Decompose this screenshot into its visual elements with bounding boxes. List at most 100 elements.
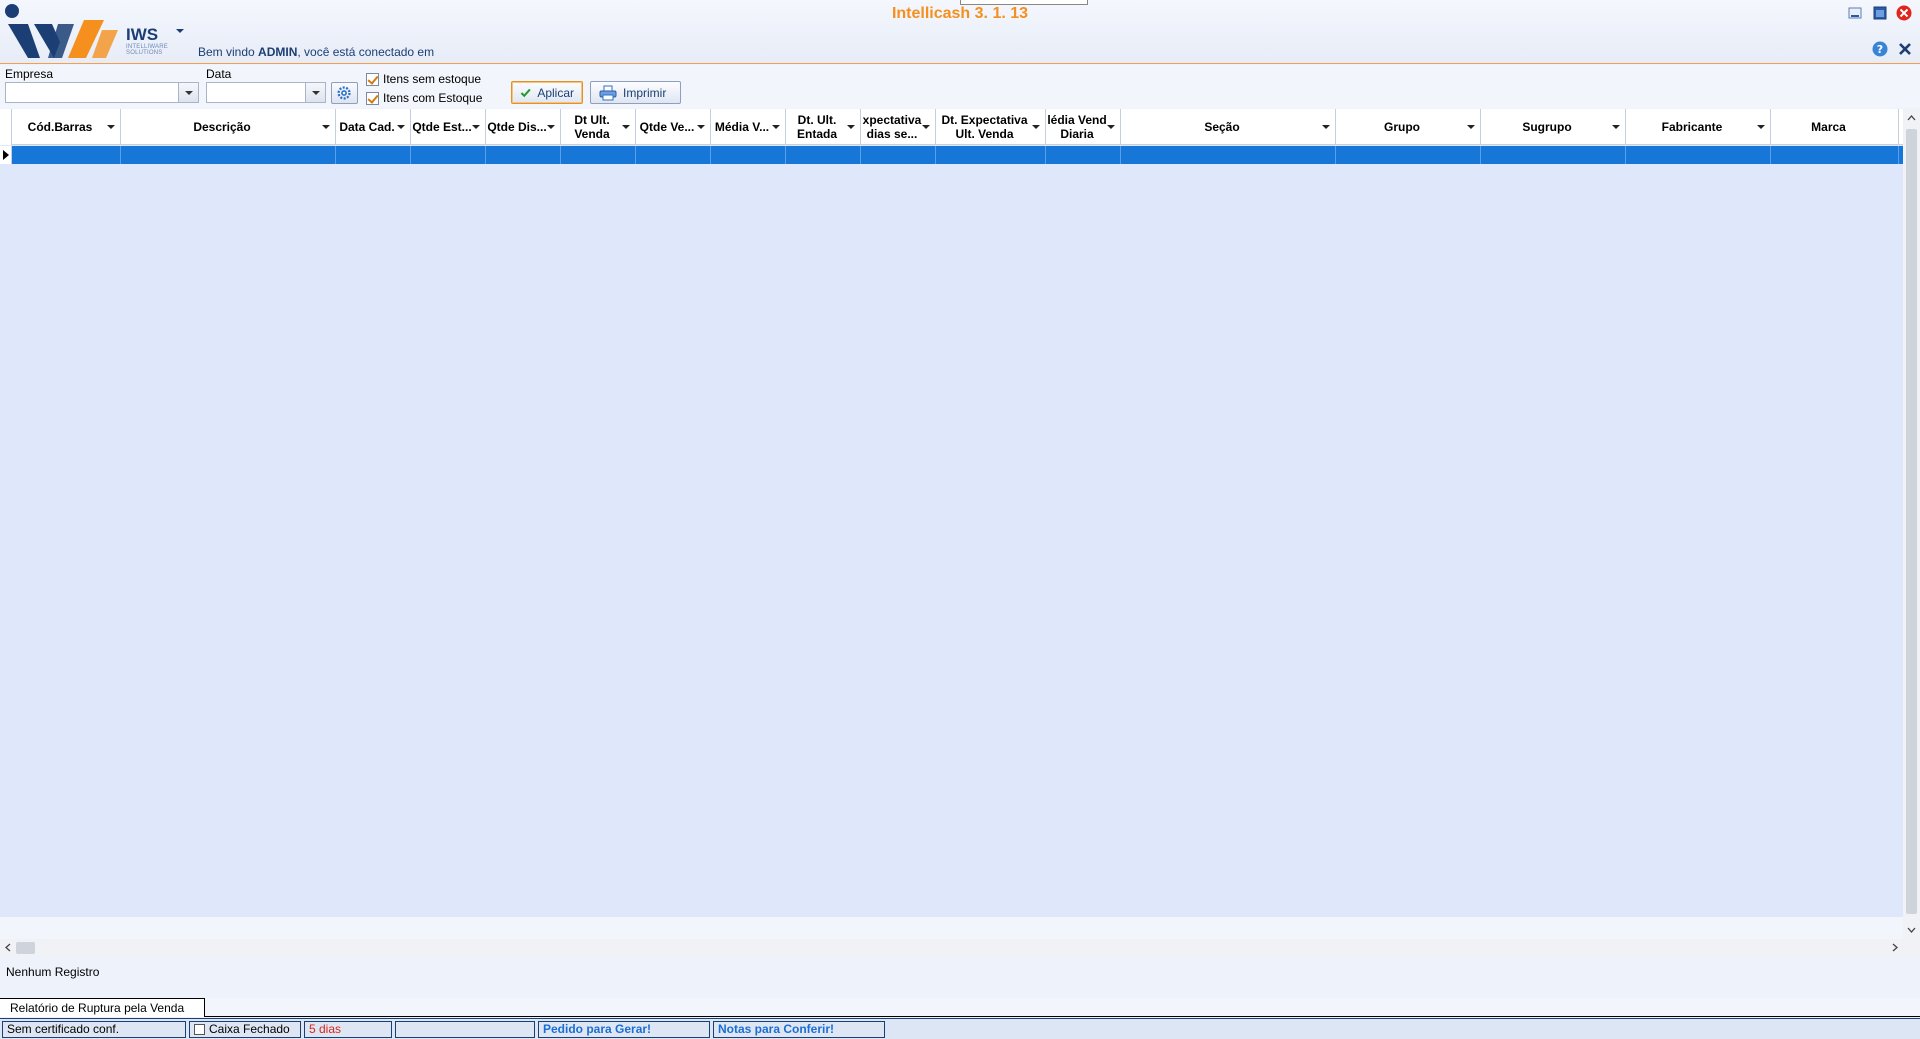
column-header-label: Qtde Ve... [639,120,695,134]
selected-row-cell-separator [120,146,121,164]
itens-com-estoque-label: Itens com Estoque [383,91,483,105]
column-header-secao[interactable]: Seção [1121,109,1336,145]
status-bar: Sem certificado conf. Caixa Fechado 5 di… [0,1018,1920,1039]
sort-dropdown-icon[interactable] [1467,125,1475,129]
grid-header: Cód.Barras Descrição Data Cad. Qtde Est... Q… [0,109,1903,145]
notas-para-conferir-link[interactable]: Notas para Conferir! [713,1021,885,1038]
sort-dropdown-icon[interactable] [472,125,480,129]
empresa-dropdown-icon[interactable] [178,83,198,102]
sort-dropdown-icon[interactable] [1612,125,1620,129]
aplicar-button[interactable]: Aplicar [511,81,583,104]
column-header-sugrupo[interactable]: Sugrupo [1481,109,1626,145]
column-header-label: Qtde Dis... [487,120,547,134]
column-header-cod_barras[interactable]: Cód.Barras [12,109,121,145]
sort-dropdown-icon[interactable] [847,125,855,129]
vertical-scroll-thumb[interactable] [1906,129,1917,914]
caixa-checkbox-icon [194,1024,205,1035]
column-header-descricao[interactable]: Descrição [121,109,336,145]
column-header-label: lédia Vend Diaria [1047,113,1107,141]
sort-dropdown-icon[interactable] [1107,125,1115,129]
imprimir-button[interactable]: Imprimir [590,81,681,104]
selected-row[interactable] [0,146,1903,164]
status-caixa: Caixa Fechado [189,1021,301,1038]
column-header-marca[interactable]: Marca [1771,109,1899,145]
column-header-label: Qtde Est... [412,120,472,134]
minimize-icon[interactable] [1846,4,1864,22]
welcome-prefix: Bem vindo [198,45,259,59]
status-empty [395,1021,535,1038]
column-header-label: Sugrupo [1522,120,1572,134]
data-dropdown-icon[interactable] [305,83,325,102]
sort-dropdown-icon[interactable] [1757,125,1765,129]
sort-dropdown-icon[interactable] [107,125,115,129]
column-header-label: Data Cad. [339,120,395,134]
brand-menu-chevron-down-icon[interactable] [175,26,185,36]
column-header-data_cad[interactable]: Data Cad. [336,109,411,145]
settings-button[interactable] [331,82,358,104]
brand: IWS INTELLIWARE SOLUTIONS [126,26,172,57]
itens-com-estoque-checkbox[interactable]: Itens com Estoque [366,91,482,105]
record-count: Nenhum Registro [6,965,100,979]
scroll-right-icon[interactable] [1890,943,1899,952]
sort-dropdown-icon[interactable] [622,125,630,129]
sort-dropdown-icon[interactable] [397,125,405,129]
tab-strip-divider [0,1016,1920,1017]
column-header-label: Cód.Barras [27,120,93,134]
horizontal-scrollbar[interactable] [0,939,1920,957]
selected-row-cell-separator [635,146,636,164]
scroll-down-icon[interactable] [1907,925,1916,934]
tab-relatorio-ruptura[interactable]: Relatório de Ruptura pela Venda [0,998,206,1017]
tab-strip [0,998,1920,1017]
column-header-label: xpectativa dias se... [862,113,922,141]
selected-row-cell-separator [410,146,411,164]
data-grid[interactable]: Cód.Barras Descrição Data Cad. Qtde Est... Q… [0,109,1920,939]
column-header-label: Marca [1811,120,1846,134]
column-header-qtde_est[interactable]: Qtde Est... [411,109,486,145]
close-tab-icon[interactable] [1896,40,1914,58]
column-header-fabricante[interactable]: Fabricante [1626,109,1771,145]
itens-sem-estoque-checkmark[interactable] [366,72,379,86]
sort-dropdown-icon[interactable] [1032,125,1040,129]
imprimir-label: Imprimir [623,85,667,100]
horizontal-scroll-thumb[interactable] [16,942,35,954]
column-header-qtde_dis[interactable]: Qtde Dis... [486,109,561,145]
scroll-left-icon[interactable] [4,943,13,952]
itens-sem-estoque-checkbox[interactable]: Itens sem estoque [366,72,481,86]
svg-text:?: ? [1877,43,1883,56]
brand-subtitle: INTELLIWARE SOLUTIONS [126,44,168,56]
scroll-up-icon[interactable] [1907,114,1916,123]
help-icon[interactable]: ? [1871,40,1889,58]
vertical-scrollbar[interactable] [1903,109,1920,939]
column-header-dt_expectativa[interactable]: Dt. Expectativa Ult. Venda [936,109,1046,145]
column-header-media_vend_diaria[interactable]: lédia Vend Diaria [1046,109,1121,145]
column-header-qtde_ve[interactable]: Qtde Ve... [636,109,711,145]
selected-row-cell-separator [1045,146,1046,164]
selected-row-cell-separator [1120,146,1121,164]
data-date-picker[interactable] [206,82,326,103]
empresa-select[interactable] [5,82,199,103]
sort-dropdown-icon[interactable] [697,125,705,129]
empresa-label: Empresa [5,67,54,81]
sort-dropdown-icon[interactable] [322,125,330,129]
selected-row-cell-separator [1770,146,1771,164]
grid-footer-area [0,917,1903,939]
maximize-icon[interactable] [1871,4,1889,22]
sort-dropdown-icon[interactable] [547,125,555,129]
selected-row-cell-separator [1480,146,1481,164]
itens-com-estoque-checkmark[interactable] [366,91,379,105]
selected-row-cell-separator [560,146,561,164]
selected-row-cell-separator [1335,146,1336,164]
column-header-grupo[interactable]: Grupo [1336,109,1481,145]
pedido-para-gerar-link[interactable]: Pedido para Gerar! [538,1021,710,1038]
column-header-dt_ult_entada[interactable]: Dt. Ult. Entada [786,109,861,145]
status-dias: 5 dias [304,1021,392,1038]
sort-dropdown-icon[interactable] [922,125,930,129]
close-window-icon[interactable] [1895,4,1913,22]
sort-dropdown-icon[interactable] [1322,125,1330,129]
column-header-dt_ult_venda[interactable]: Dt Ult. Venda [561,109,636,145]
column-header-media_v[interactable]: Média V... [711,109,786,145]
sort-dropdown-icon[interactable] [772,125,780,129]
welcome-message: Bem vindo ADMIN, você está conectado em [198,45,434,59]
itens-sem-estoque-label: Itens sem estoque [383,72,482,86]
column-header-expectativa_dias[interactable]: xpectativa dias se... [861,109,936,145]
